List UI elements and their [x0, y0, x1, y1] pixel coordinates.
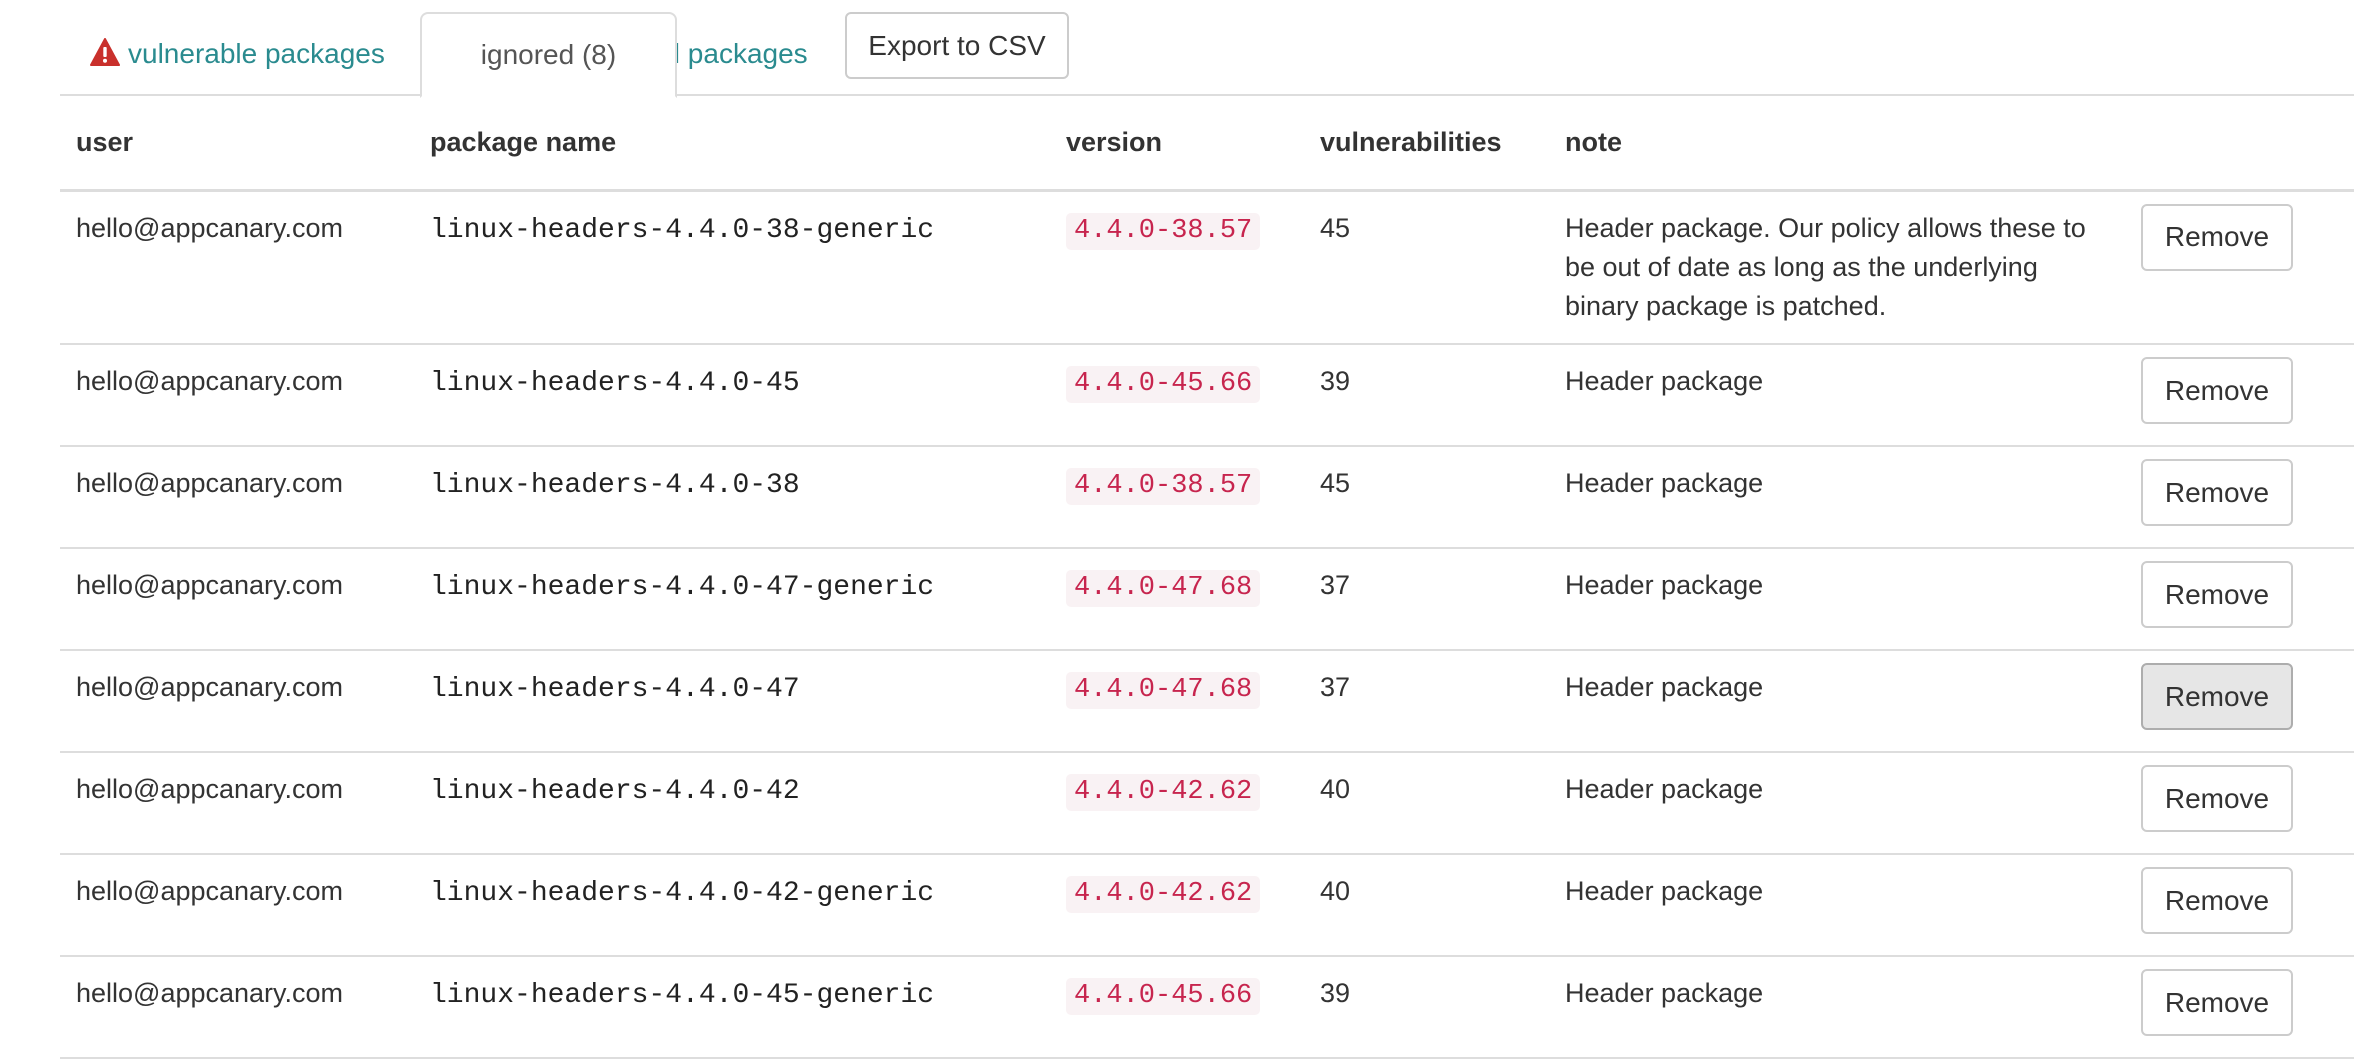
tab-vulnerable-label: vulnerable packages [128, 38, 385, 69]
cell-version: 4.4.0-42.62 [1050, 854, 1304, 957]
cell-actions: Remove [2119, 854, 2354, 957]
remove-button[interactable]: Remove [2141, 867, 2293, 934]
cell-package: linux-headers-4.4.0-38 [414, 446, 1050, 549]
column-header-user: user [60, 96, 414, 192]
cell-note: Header package. Our policy allows these … [1549, 190, 2119, 345]
remove-button[interactable]: Remove [2141, 459, 2293, 526]
cell-vulnerabilities: 37 [1304, 650, 1549, 753]
column-header-version: version [1050, 96, 1304, 192]
cell-user: hello@appcanary.com [60, 854, 414, 957]
remove-button[interactable]: Remove [2141, 969, 2293, 1036]
cell-version: 4.4.0-45.66 [1050, 344, 1304, 447]
version-badge: 4.4.0-38.57 [1066, 212, 1261, 250]
cell-version: 4.4.0-38.57 [1050, 446, 1304, 549]
tab-vulnerable-packages[interactable]: vulnerable packages [90, 12, 385, 96]
export-csv-button[interactable]: Export to CSV [845, 12, 1069, 79]
table-row: hello@appcanary.com linux-headers-4.4.0-… [60, 956, 2354, 1059]
cell-note: Header package [1549, 854, 2119, 957]
cell-package: linux-headers-4.4.0-42 [414, 752, 1050, 855]
table-row: hello@appcanary.com linux-headers-4.4.0-… [60, 446, 2354, 549]
version-badge: 4.4.0-42.62 [1066, 876, 1261, 913]
remove-button[interactable]: Remove [2141, 561, 2293, 628]
cell-package: linux-headers-4.4.0-42-generic [414, 854, 1050, 957]
package-name: linux-headers-4.4.0-38-generic [430, 214, 935, 246]
package-name: linux-headers-4.4.0-42 [430, 776, 800, 807]
ignored-packages-panel: vulnerable packages ignored (8) all pack… [60, 0, 2354, 1059]
cell-package: linux-headers-4.4.0-47-generic [414, 548, 1050, 651]
version-badge: 4.4.0-42.62 [1066, 774, 1261, 811]
tab-ignored-label: ignored (8) [480, 39, 617, 70]
package-name: linux-headers-4.4.0-45 [430, 368, 800, 399]
package-name: linux-headers-4.4.0-38 [430, 470, 800, 501]
cell-version: 4.4.0-47.68 [1050, 650, 1304, 753]
column-header-note: note [1549, 96, 2119, 192]
version-badge: 4.4.0-45.66 [1066, 366, 1261, 403]
package-tabs: vulnerable packages ignored (8) all pack… [60, 0, 2354, 98]
cell-package: linux-headers-4.4.0-45-generic [414, 956, 1050, 1059]
table-row: hello@appcanary.com linux-headers-4.4.0-… [60, 650, 2354, 753]
warning-icon [90, 38, 120, 66]
column-header-package: package name [414, 96, 1050, 192]
cell-actions: Remove [2119, 190, 2354, 345]
table-row: hello@appcanary.com linux-headers-4.4.0-… [60, 548, 2354, 651]
cell-version: 4.4.0-38.57 [1050, 190, 1304, 345]
cell-actions: Remove [2119, 446, 2354, 549]
version-badge: 4.4.0-45.66 [1066, 978, 1261, 1015]
cell-version: 4.4.0-42.62 [1050, 752, 1304, 855]
cell-note: Header package [1549, 548, 2119, 651]
cell-user: hello@appcanary.com [60, 548, 414, 651]
cell-vulnerabilities: 45 [1304, 446, 1549, 549]
cell-note: Header package [1549, 344, 2119, 447]
table-header-row: user package name version vulnerabilitie… [60, 96, 2354, 192]
cell-vulnerabilities: 37 [1304, 548, 1549, 651]
cell-actions: Remove [2119, 752, 2354, 855]
remove-button[interactable]: Remove [2141, 765, 2293, 832]
cell-package: linux-headers-4.4.0-45 [414, 344, 1050, 447]
cell-vulnerabilities: 39 [1304, 344, 1549, 447]
table-row: hello@appcanary.com linux-headers-4.4.0-… [60, 752, 2354, 855]
cell-vulnerabilities: 40 [1304, 752, 1549, 855]
version-badge: 4.4.0-38.57 [1066, 468, 1261, 505]
remove-button[interactable]: Remove [2141, 203, 2293, 271]
tab-ignored[interactable]: ignored (8) [420, 12, 677, 98]
cell-vulnerabilities: 45 [1304, 190, 1549, 345]
cell-user: hello@appcanary.com [60, 956, 414, 1059]
remove-button[interactable]: Remove [2141, 663, 2293, 730]
package-name: linux-headers-4.4.0-47 [430, 674, 800, 705]
cell-note: Header package [1549, 956, 2119, 1059]
cell-package: linux-headers-4.4.0-38-generic [414, 190, 1050, 345]
cell-actions: Remove [2119, 650, 2354, 753]
cell-version: 4.4.0-47.68 [1050, 548, 1304, 651]
cell-vulnerabilities: 39 [1304, 956, 1549, 1059]
remove-button[interactable]: Remove [2141, 357, 2293, 424]
table-row: hello@appcanary.com linux-headers-4.4.0-… [60, 190, 2354, 345]
cell-note: Header package [1549, 650, 2119, 753]
ignored-packages-table: user package name version vulnerabilitie… [60, 96, 2354, 1059]
cell-note: Header package [1549, 752, 2119, 855]
package-name: linux-headers-4.4.0-45-generic [430, 980, 935, 1011]
version-badge: 4.4.0-47.68 [1066, 672, 1261, 709]
cell-user: hello@appcanary.com [60, 446, 414, 549]
version-badge: 4.4.0-47.68 [1066, 570, 1261, 607]
cell-version: 4.4.0-45.66 [1050, 956, 1304, 1059]
cell-package: linux-headers-4.4.0-47 [414, 650, 1050, 753]
cell-actions: Remove [2119, 344, 2354, 447]
cell-user: hello@appcanary.com [60, 650, 414, 753]
cell-vulnerabilities: 40 [1304, 854, 1549, 957]
cell-user: hello@appcanary.com [60, 190, 414, 345]
cell-user: hello@appcanary.com [60, 344, 414, 447]
table-row: hello@appcanary.com linux-headers-4.4.0-… [60, 344, 2354, 447]
column-header-vulnerabilities: vulnerabilities [1304, 96, 1549, 192]
cell-actions: Remove [2119, 548, 2354, 651]
package-name: linux-headers-4.4.0-47-generic [430, 572, 935, 603]
cell-note: Header package [1549, 446, 2119, 549]
cell-user: hello@appcanary.com [60, 752, 414, 855]
package-name: linux-headers-4.4.0-42-generic [430, 878, 935, 909]
cell-actions: Remove [2119, 956, 2354, 1059]
column-header-actions [2119, 96, 2354, 192]
table-row: hello@appcanary.com linux-headers-4.4.0-… [60, 854, 2354, 957]
